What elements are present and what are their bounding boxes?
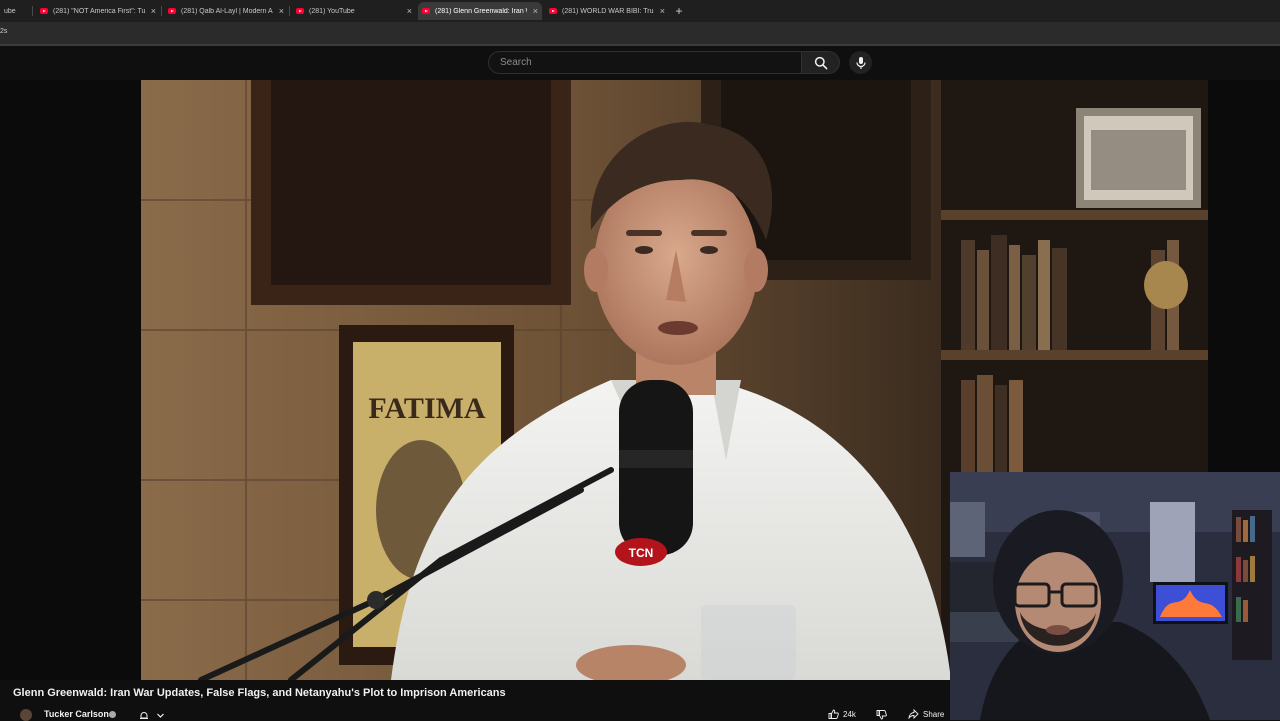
channel-avatar[interactable] — [20, 709, 32, 721]
share-icon — [908, 709, 919, 719]
tab-close-icon[interactable]: × — [407, 6, 412, 16]
chevron-down-icon[interactable] — [156, 711, 165, 720]
share-button[interactable]: Share — [908, 709, 950, 719]
youtube-favicon-icon — [422, 8, 430, 14]
tab-separator — [161, 6, 162, 16]
voice-search-button[interactable] — [849, 51, 872, 74]
browser-tab-active[interactable]: (281) Glenn Greenwald: Iran W × — [418, 2, 542, 20]
browser-tab[interactable]: (281) "NOT America First": Tucke × — [36, 2, 160, 20]
search-button[interactable] — [802, 51, 840, 74]
new-tab-button[interactable]: + — [672, 3, 686, 19]
browser-tab[interactable]: (281) YouTube × — [292, 2, 416, 20]
webcam-overlay — [950, 472, 1280, 720]
tab-title: (281) WORLD WAR BIBI: Trump — [562, 7, 654, 15]
mic-badge-text: TCN — [629, 546, 654, 560]
tab-separator — [289, 6, 290, 16]
tab-close-icon[interactable]: × — [660, 6, 665, 16]
youtube-favicon-icon — [40, 8, 48, 14]
tab-close-icon[interactable]: × — [151, 6, 156, 16]
thumbs-down-icon[interactable] — [876, 710, 888, 720]
tab-title: (281) Glenn Greenwald: Iran W — [435, 7, 527, 15]
verified-check-icon — [109, 711, 116, 718]
tab-title: ube — [4, 7, 16, 15]
tab-title: (281) Qalb Al-Layl | Modern Arc — [181, 7, 273, 15]
browser-tab-strip: ube (281) "NOT America First": Tucke × (… — [0, 0, 1280, 22]
search-input[interactable] — [498, 56, 801, 69]
video-title: Glenn Greenwald: Iran War Updates, False… — [13, 687, 506, 699]
thumbs-up-icon — [828, 709, 839, 719]
tab-close-icon[interactable]: × — [279, 6, 284, 16]
youtube-favicon-icon — [168, 8, 176, 14]
search-icon — [814, 56, 827, 69]
like-count: 24k — [843, 709, 856, 719]
browser-tab[interactable]: (281) WORLD WAR BIBI: Trump × — [545, 2, 669, 20]
share-label: Share — [923, 709, 945, 719]
browser-toolbar: 2s — [0, 22, 1280, 44]
youtube-favicon-icon — [549, 8, 557, 14]
tab-separator — [32, 6, 33, 16]
poster-text: FATIMA — [368, 392, 486, 425]
browser-tab[interactable]: ube — [0, 2, 20, 20]
browser-tab[interactable]: (281) Qalb Al-Layl | Modern Arc × — [164, 2, 288, 20]
tab-close-icon[interactable]: × — [533, 6, 538, 16]
webcam-image — [950, 472, 1280, 720]
tab-title: (281) YouTube — [309, 7, 355, 15]
search-box[interactable] — [488, 51, 802, 74]
channel-name[interactable]: Tucker Carlson — [44, 709, 109, 719]
address-bar-text[interactable]: 2s — [0, 28, 7, 35]
youtube-masthead — [0, 46, 1280, 80]
tab-title: (281) "NOT America First": Tucke — [53, 7, 145, 15]
youtube-favicon-icon — [296, 8, 304, 14]
like-button[interactable]: 24k — [828, 709, 856, 719]
video-owner-row: Tucker Carlson 24k Share — [0, 706, 950, 721]
microphone-icon — [855, 56, 866, 69]
